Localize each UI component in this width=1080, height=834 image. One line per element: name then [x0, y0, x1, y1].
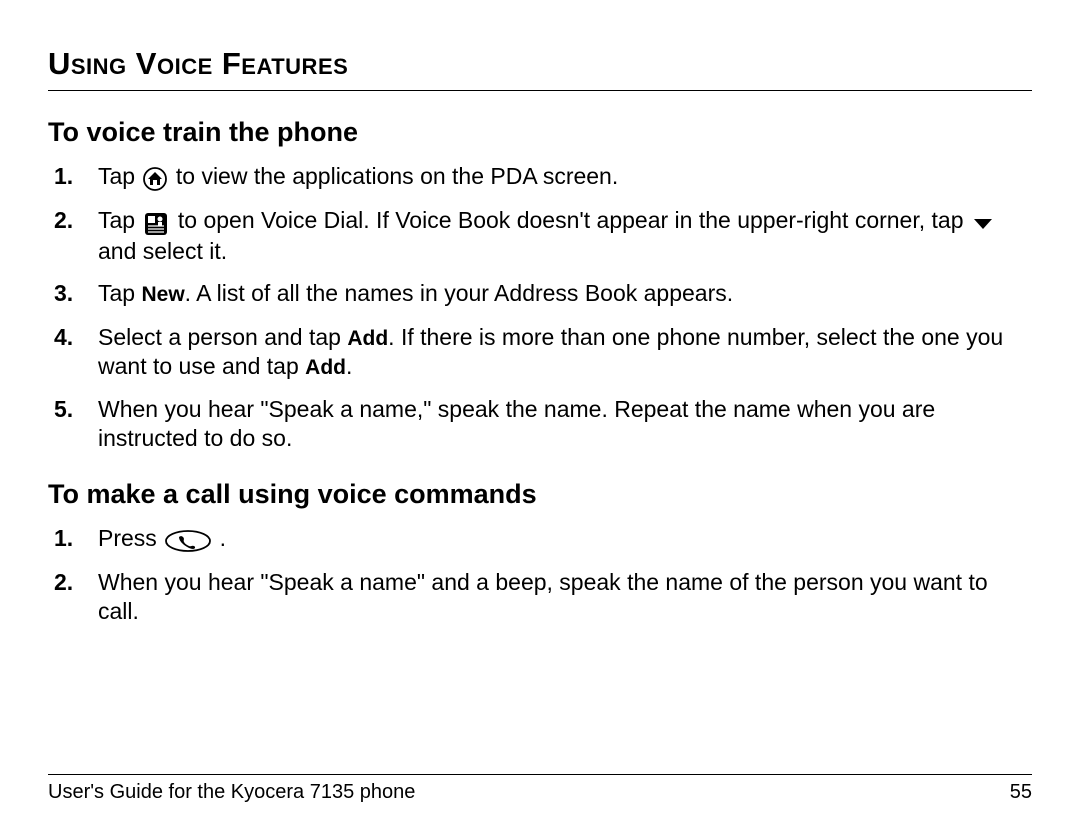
- ui-label-add: Add: [347, 327, 388, 350]
- list-item: Tap to open Voice Dial. If Voice Book do…: [48, 206, 1032, 265]
- step-text: Tap: [98, 163, 141, 189]
- voice-dial-icon: [143, 208, 169, 237]
- step-text: Press: [98, 525, 163, 551]
- page-title: Using Voice Features: [48, 46, 1032, 91]
- step-text: .: [346, 353, 352, 379]
- step-text: When you hear "Speak a name" and a beep,…: [98, 569, 988, 624]
- list-item: When you hear "Speak a name," speak the …: [48, 395, 1032, 453]
- footer-guide-title: User's Guide for the Kyocera 7135 phone: [48, 781, 415, 804]
- step-text: .: [220, 525, 226, 551]
- step-text: When you hear "Speak a name," speak the …: [98, 396, 935, 451]
- call-button-icon: [165, 525, 211, 554]
- step-text: to open Voice Dial. If Voice Book doesn'…: [178, 207, 970, 233]
- footer-page-number: 55: [1010, 781, 1032, 804]
- list-item: When you hear "Speak a name" and a beep,…: [48, 568, 1032, 626]
- list-item: Press .: [48, 524, 1032, 554]
- list-item: Tap to view the applications on the PDA …: [48, 162, 1032, 192]
- page-footer: User's Guide for the Kyocera 7135 phone …: [48, 774, 1032, 804]
- list-item: Tap New. A list of all the names in your…: [48, 279, 1032, 308]
- section-heading-2: To make a call using voice commands: [48, 479, 1032, 510]
- ui-label-add: Add: [305, 356, 346, 379]
- step-text: Tap: [98, 207, 141, 233]
- step-text: Select a person and tap: [98, 324, 347, 350]
- steps-list-2: Press . When you hear "Speak a name" and…: [48, 524, 1032, 626]
- dropdown-triangle-icon: [972, 208, 994, 237]
- step-text: Tap: [98, 280, 141, 306]
- list-item: Select a person and tap Add. If there is…: [48, 323, 1032, 382]
- steps-list-1: Tap to view the applications on the PDA …: [48, 162, 1032, 453]
- step-text: to view the applications on the PDA scre…: [176, 163, 618, 189]
- step-text: and select it.: [98, 238, 227, 264]
- home-icon: [143, 164, 167, 193]
- step-text: . A list of all the names in your Addres…: [185, 280, 733, 306]
- section-heading-1: To voice train the phone: [48, 117, 1032, 148]
- ui-label-new: New: [141, 283, 184, 306]
